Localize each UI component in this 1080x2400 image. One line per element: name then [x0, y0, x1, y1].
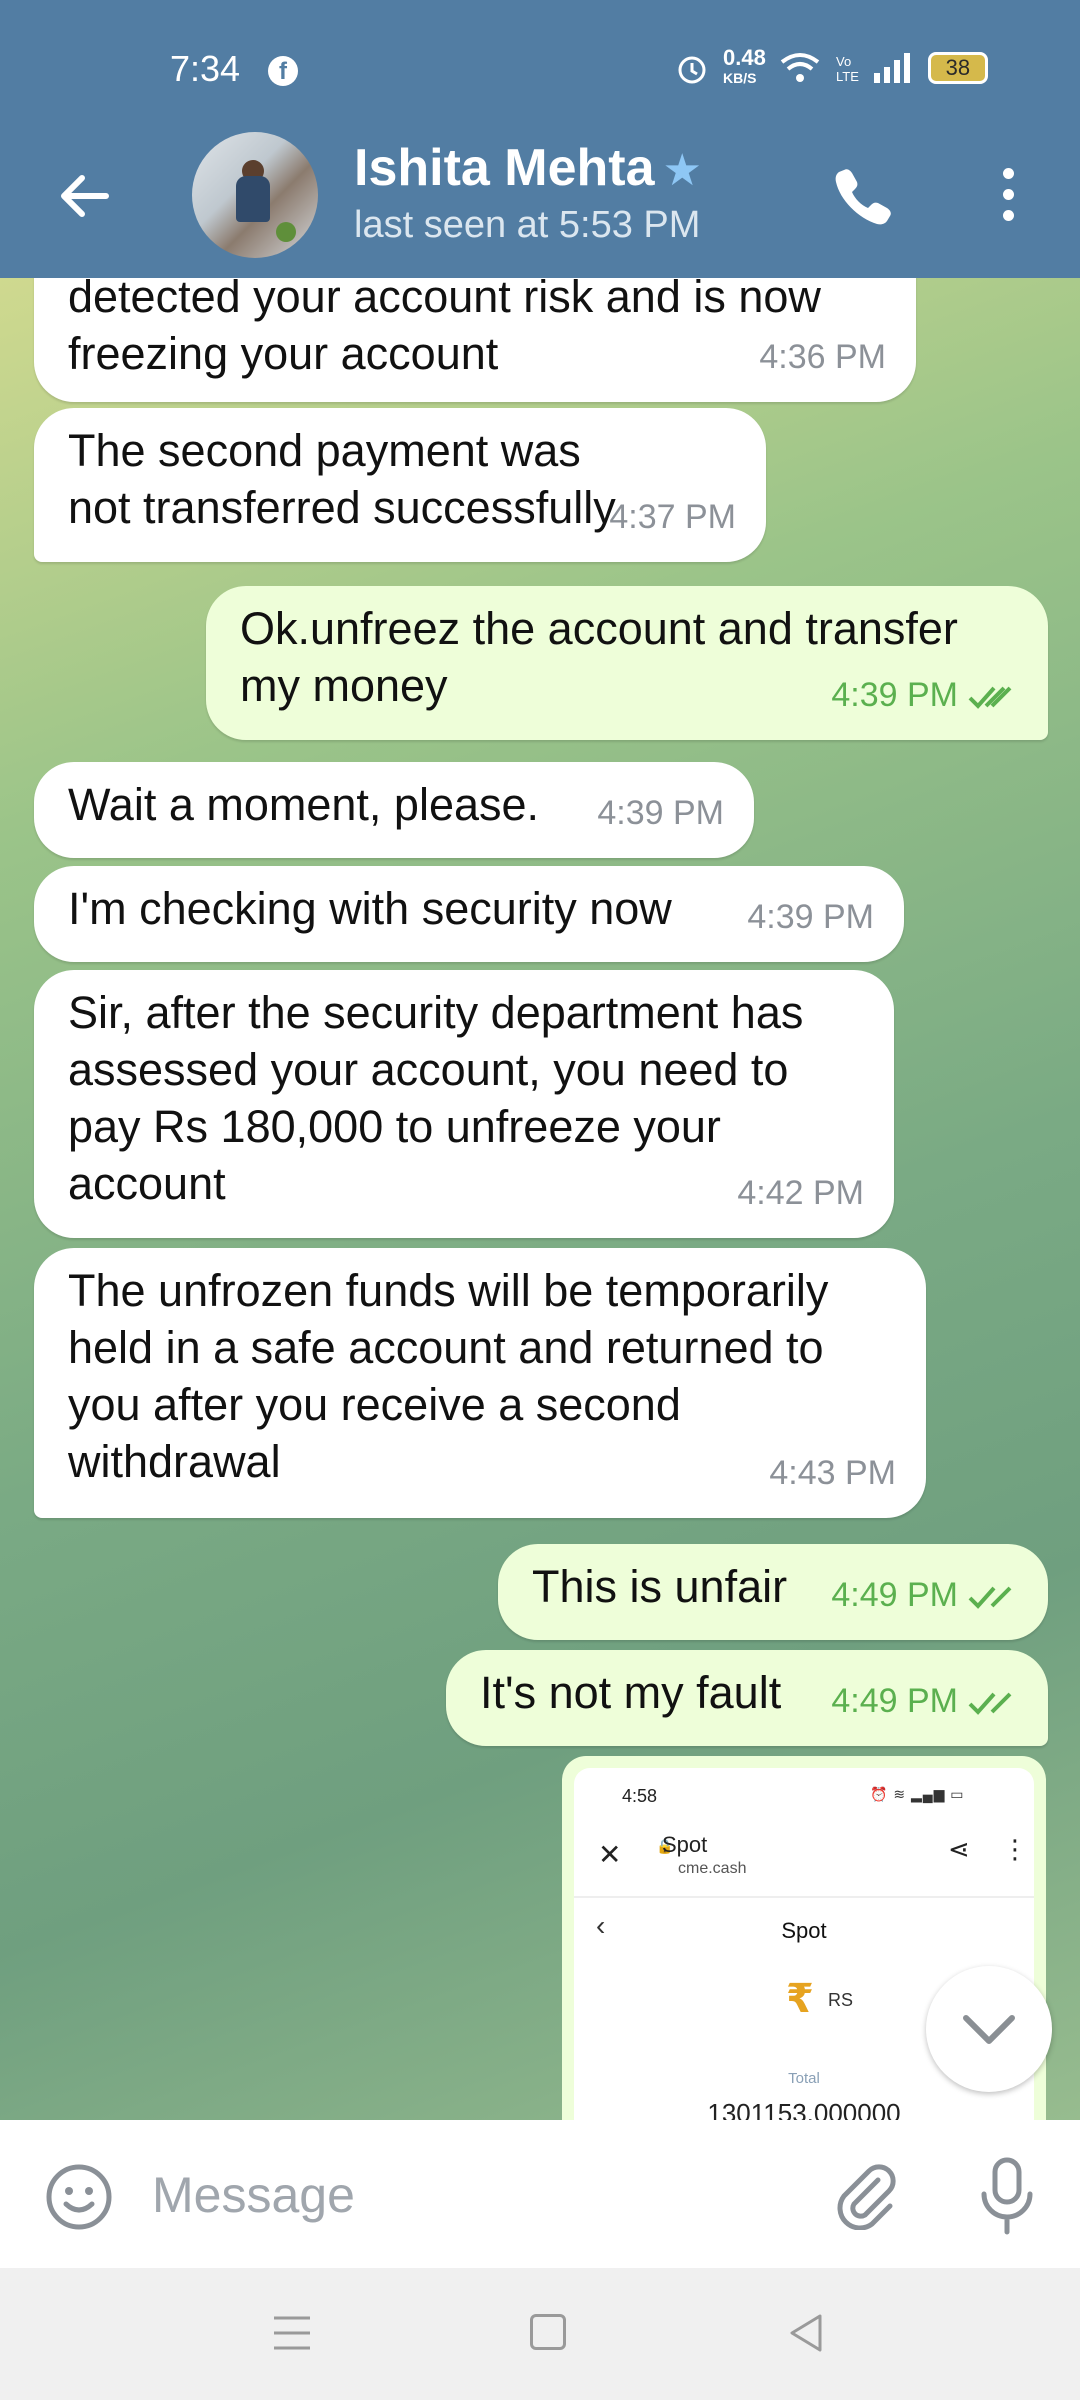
network-speed-unit: KB/S: [723, 70, 757, 86]
wifi-icon: [780, 53, 820, 82]
screenshot-total-value: 1301153.000000: [707, 2098, 901, 2120]
alarm-icon: [678, 56, 706, 84]
more-vert-icon[interactable]: [996, 168, 1020, 228]
chevron-down-icon: [963, 2015, 1015, 2044]
app-header: 7:34 f 0.48 KB/S Vo LTE 38 Ishita Mehta ★ …: [0, 0, 1080, 278]
microphone-icon[interactable]: [972, 2156, 1042, 2236]
volte-icon: VoLTE: [836, 54, 859, 84]
last-seen: last seen at 5:53 PM: [354, 204, 701, 246]
message-time-text: 4:49 PM: [831, 1576, 958, 1614]
message-time: 4:37 PM: [609, 498, 736, 536]
contact-name[interactable]: Ishita Mehta ★: [354, 138, 702, 198]
signal-icon: [873, 53, 910, 83]
paperclip-icon[interactable]: [830, 2160, 900, 2230]
screenshot-status-icons: ⏰ ≋ ▂▄▆ ▭: [870, 1786, 965, 1802]
double-check-icon: [968, 1586, 1012, 1609]
chat-area[interactable]: detected your account risk and is now fr…: [0, 278, 1080, 2120]
system-nav-bar: [0, 2268, 1080, 2400]
message-incoming[interactable]: The second payment was not transferred s…: [34, 408, 766, 562]
message-time: 4:49 PM: [831, 1567, 1018, 1624]
double-check-icon: [968, 1692, 1012, 1715]
close-icon: ✕: [598, 1839, 622, 1870]
network-speed-value: 0.48: [723, 45, 766, 70]
message-outgoing[interactable]: This is unfair 4:49 PM: [498, 1544, 1048, 1640]
message-incoming[interactable]: Sir, after the security department has a…: [34, 970, 894, 1238]
message-time-text: 4:49 PM: [831, 1682, 958, 1720]
recent-apps-icon[interactable]: [272, 2314, 312, 2352]
scroll-down-button[interactable]: [926, 1966, 1052, 2092]
phone-icon[interactable]: [830, 164, 894, 228]
share-icon: ⋖: [948, 1834, 970, 1864]
facebook-notification-icon: f: [268, 56, 298, 86]
screenshot-currency: RS: [828, 1990, 854, 2010]
message-time: 4:42 PM: [737, 1174, 864, 1212]
message-time: 4:39 PM: [831, 667, 1018, 724]
message-outgoing[interactable]: It's not my fault 4:49 PM: [446, 1650, 1048, 1746]
avatar[interactable]: [192, 132, 318, 258]
screenshot-page-title: Spot: [662, 1832, 708, 1857]
screenshot-status-time: 4:58: [622, 1786, 658, 1806]
message-input[interactable]: [150, 2154, 794, 2236]
star-icon: ★: [662, 146, 702, 195]
message-incoming[interactable]: Wait a moment, please. 4:39 PM: [34, 762, 754, 858]
message-incoming[interactable]: The unfrozen funds will be temporarily h…: [34, 1248, 926, 1518]
message-composer: [0, 2120, 1080, 2268]
message-time: 4:49 PM: [831, 1673, 1018, 1730]
divider: [574, 1896, 1034, 1898]
status-icons: 0.48 KB/S Vo LTE 38: [675, 45, 988, 88]
double-check-icon: [968, 686, 1012, 709]
screenshot-heading: Spot: [781, 1918, 827, 1943]
battery-icon: 38: [927, 52, 988, 84]
message-time-text: 4:39 PM: [831, 676, 958, 714]
message-outgoing[interactable]: Ok.unfreez the account and transfer my m…: [206, 586, 1048, 740]
message-time: 4:39 PM: [597, 794, 724, 832]
message-time: 4:36 PM: [759, 338, 886, 376]
svg-text:Vo: Vo: [836, 54, 851, 69]
nav-back-icon[interactable]: [786, 2312, 826, 2354]
emoji-icon[interactable]: [44, 2162, 114, 2232]
home-icon[interactable]: [530, 2314, 566, 2350]
rupee-icon: ₹: [786, 1977, 814, 2021]
back-arrow-icon[interactable]: [56, 168, 112, 224]
message-incoming[interactable]: I'm checking with security now 4:39 PM: [34, 866, 904, 962]
more-vert-icon: ⋮: [1002, 1834, 1028, 1864]
message-time: 4:43 PM: [769, 1454, 896, 1492]
status-time: 7:34: [170, 48, 241, 89]
contact-name-text: Ishita Mehta: [354, 139, 655, 197]
chat-header: Ishita Mehta ★ last seen at 5:53 PM: [0, 128, 1080, 278]
svg-text:LTE: LTE: [836, 69, 859, 84]
status-bar: 7:34 f 0.48 KB/S Vo LTE 38: [0, 0, 1080, 140]
network-speed: 0.48 KB/S: [723, 45, 766, 88]
battery-level: 38: [945, 55, 971, 80]
message-time: 4:39 PM: [747, 898, 874, 936]
message-text: The second payment was not transferred s…: [68, 425, 616, 533]
screenshot-url: cme.cash: [678, 1860, 747, 1877]
message-incoming[interactable]: detected your account risk and is now fr…: [34, 278, 916, 402]
